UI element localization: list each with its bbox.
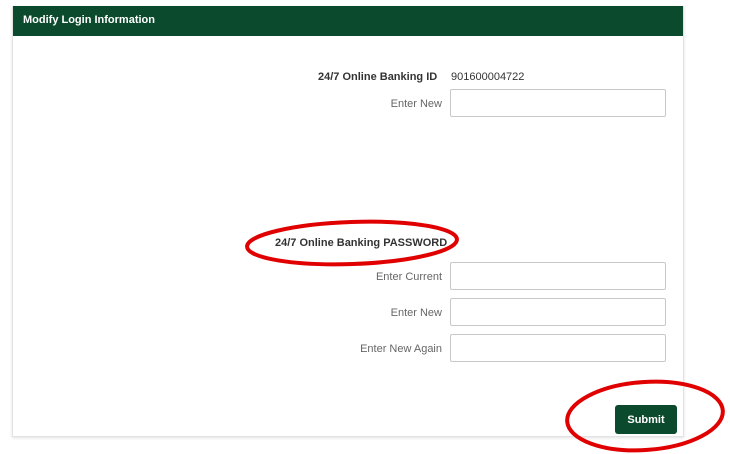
- current-password-input[interactable]: [450, 262, 666, 290]
- confirm-password-input[interactable]: [450, 334, 666, 362]
- submit-button[interactable]: Submit: [615, 405, 677, 434]
- enter-new-id-label: Enter New: [390, 98, 442, 110]
- password-section-label: 24/7 Online Banking PASSWORD: [275, 237, 448, 249]
- enter-new-password-label: Enter New: [390, 307, 442, 319]
- banking-id-value: 901600004722: [451, 71, 525, 83]
- new-banking-id-input[interactable]: [450, 89, 666, 117]
- banking-id-label: 24/7 Online Banking ID: [318, 71, 438, 83]
- enter-current-password-label: Enter Current: [375, 271, 442, 283]
- modify-login-page: Modify Login Information 24/7 Online Ban…: [0, 0, 730, 454]
- new-password-input[interactable]: [450, 298, 666, 326]
- enter-new-again-password-label: Enter New Again: [360, 343, 442, 355]
- panel-header: Modify Login Information: [13, 6, 683, 36]
